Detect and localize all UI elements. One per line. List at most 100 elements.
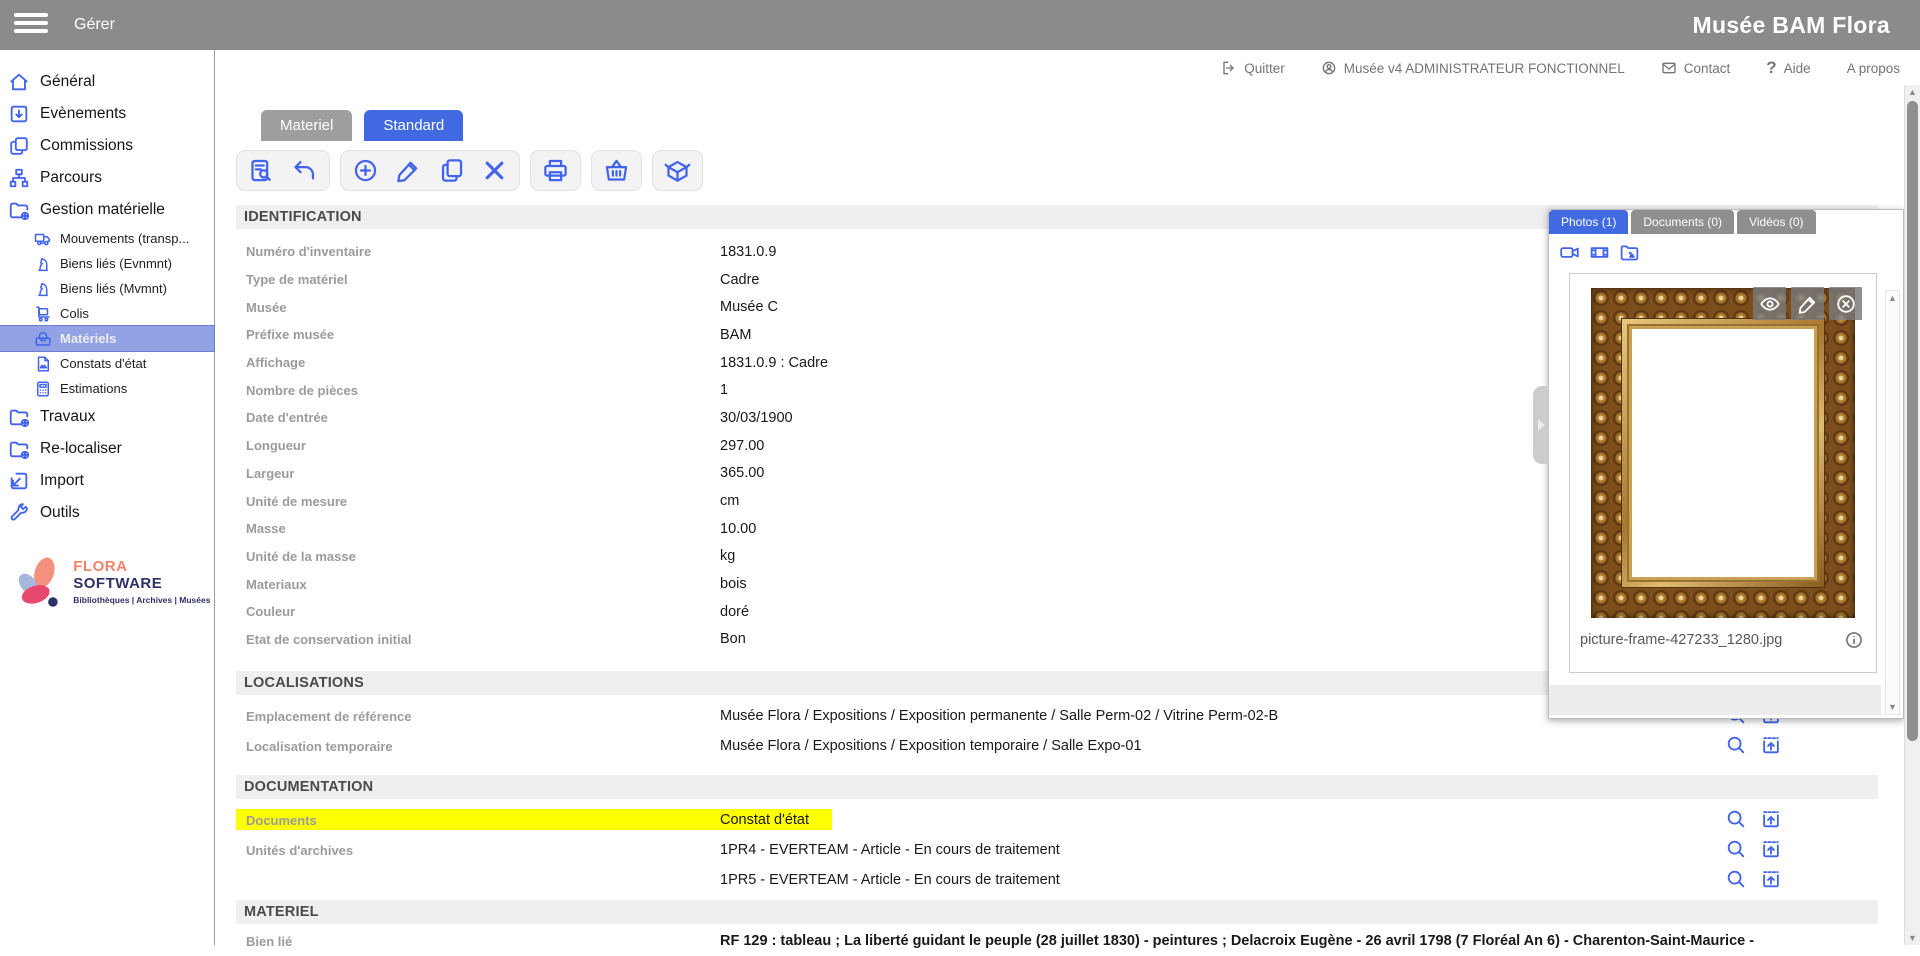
page-scrollbar[interactable]: ▲ ▼ (1904, 85, 1920, 945)
import-icon (8, 470, 30, 492)
sidebar-item-ev-nements[interactable]: Evènements (0, 98, 214, 130)
exit-icon (1221, 60, 1237, 76)
sidebar-item-g-n-ral[interactable]: Général (0, 66, 214, 98)
basket-button[interactable] (603, 157, 630, 184)
sidebar-item-parcours[interactable]: Parcours (0, 162, 214, 194)
sidebar-item-travaux[interactable]: Travaux (0, 401, 214, 433)
panel-collapse-handle[interactable] (1533, 386, 1549, 464)
photo-delete-button[interactable] (1829, 287, 1862, 320)
media-tabs: Photos (1)Documents (0)Vidéos (0) (1549, 210, 1903, 234)
photo-thumbnail[interactable] (1591, 288, 1855, 618)
header-link-contact[interactable]: Contact (1661, 60, 1731, 76)
sidebar-item-biens-li-s-evnmnt[interactable]: Biens liés (Evnmnt) (0, 251, 214, 276)
panel-video-button[interactable] (1559, 242, 1580, 263)
x-circle-icon (1835, 293, 1857, 315)
menu-icon[interactable] (14, 13, 48, 37)
folder-globe-icon (8, 406, 30, 428)
copy-icon (438, 157, 465, 184)
field-value: kg (720, 548, 735, 564)
record-toolbar (236, 150, 1878, 191)
open-window-icon (1760, 808, 1782, 830)
media-tab-photos-1[interactable]: Photos (1) (1549, 210, 1628, 234)
search-icon[interactable] (1725, 838, 1747, 860)
sidebar-item-commissions[interactable]: Commissions (0, 130, 214, 162)
tab-standard[interactable]: Standard (364, 110, 463, 141)
sidebar-item-re-localiser[interactable]: Re-localiser (0, 433, 214, 465)
search-icon[interactable] (1725, 868, 1747, 890)
plus-circle-icon (352, 157, 379, 184)
print-button[interactable] (542, 157, 569, 184)
sidebar-item-outils[interactable]: Outils (0, 497, 214, 529)
mail-icon (1661, 60, 1677, 76)
open-window-icon[interactable] (1760, 734, 1782, 756)
media-tab-documents-0[interactable]: Documents (0) (1631, 210, 1734, 234)
scroll-up-icon[interactable]: ▲ (1905, 87, 1920, 97)
wrench-icon (8, 502, 30, 524)
scroll-up-icon[interactable]: ▲ (1888, 293, 1897, 303)
tab-materiel[interactable]: Materiel (261, 110, 352, 141)
sidebar: GénéralEvènementsCommissionsParcoursGest… (0, 50, 215, 945)
header-link-a-propos[interactable]: A propos (1847, 61, 1900, 76)
undo-icon (291, 157, 318, 184)
field-label: Unité de la masse (236, 549, 720, 564)
photo-edit-button[interactable] (1791, 287, 1824, 320)
info-circle-icon (1844, 630, 1864, 650)
sidebar-item-biens-li-s-mvmnt[interactable]: Biens liés (Mvmnt) (0, 276, 214, 301)
panel-film-button[interactable] (1589, 242, 1610, 263)
sidebar-item-import[interactable]: Import (0, 465, 214, 497)
toolbar-group (591, 150, 642, 191)
logo-tagline: Bibliothèques | Archives | Musées (73, 595, 214, 605)
topbar-menu-label[interactable]: Gérer (74, 0, 115, 50)
header-link-quitter[interactable]: Quitter (1221, 60, 1285, 76)
export-button[interactable] (664, 157, 691, 184)
calculator-icon (34, 380, 52, 398)
field-label: Bien lié (236, 934, 720, 949)
open-window-icon[interactable] (1760, 838, 1782, 860)
panel-scrollbar[interactable]: ▲ ▼ (1885, 290, 1900, 715)
sidebar-item-colis[interactable]: Colis (0, 301, 214, 326)
section-header: DOCUMENTATION (236, 775, 1878, 799)
sidebar-item-mouvements-transp[interactable]: Mouvements (transp... (0, 226, 214, 251)
commissions-pages-icon (8, 135, 30, 157)
back-button[interactable] (291, 157, 318, 184)
basket-icon (603, 157, 630, 184)
search-icon[interactable] (1725, 734, 1747, 756)
search-icon[interactable] (1725, 808, 1747, 830)
duplicate-button[interactable] (438, 157, 465, 184)
delete-button[interactable] (481, 157, 508, 184)
sidebar-item-gestion-mat-rielle[interactable]: Gestion matérielle (0, 194, 214, 226)
sidebar-item-constats-d-tat[interactable]: Constats d'état (0, 351, 214, 376)
media-tab-vid-os-0[interactable]: Vidéos (0) (1737, 210, 1815, 234)
panel-folder-image-button[interactable] (1619, 242, 1640, 263)
field-label: Date d'entrée (236, 410, 720, 425)
sidebar-item-estimations[interactable]: Estimations (0, 376, 214, 401)
open-window-icon[interactable] (1760, 868, 1782, 890)
row-actions (1725, 868, 1782, 890)
info-circle-icon[interactable] (1844, 630, 1864, 650)
sidebar-item-mat-riels[interactable]: Matériels (0, 326, 214, 351)
search-record-button[interactable] (248, 157, 275, 184)
field-value: 1 (720, 382, 728, 398)
scroll-down-icon[interactable]: ▼ (1905, 933, 1920, 943)
open-window-icon[interactable] (1760, 808, 1782, 830)
scrollbar-thumb[interactable] (1907, 101, 1918, 741)
edit-button[interactable] (395, 157, 422, 184)
field-value: BAM (720, 327, 751, 343)
photo-view-button[interactable] (1753, 287, 1786, 320)
toolbar-group (236, 150, 330, 191)
header-link-aide[interactable]: ?Aide (1766, 58, 1810, 78)
header-link-mus-e-v4-administrateur-fonctionnel[interactable]: Musée v4 ADMINISTRATEUR FONCTIONNEL (1321, 60, 1625, 76)
field-value: cm (720, 493, 739, 509)
film-frames-icon (1589, 242, 1610, 263)
add-button[interactable] (352, 157, 379, 184)
field-label: Longueur (236, 438, 720, 453)
event-box-icon (8, 103, 30, 125)
field-value: Constat d'état (720, 812, 809, 828)
row-actions (1725, 734, 1782, 756)
field-value: Cadre (720, 272, 760, 288)
record-tabs: Materiel Standard (261, 110, 1878, 141)
field-row: Bien liéRF 129 : tableau ; La liberté gu… (236, 926, 1878, 956)
scroll-down-icon[interactable]: ▼ (1888, 702, 1897, 712)
field-label: Emplacement de référence (236, 709, 720, 724)
logo-brand: FLORA SOFTWARE (73, 558, 214, 592)
